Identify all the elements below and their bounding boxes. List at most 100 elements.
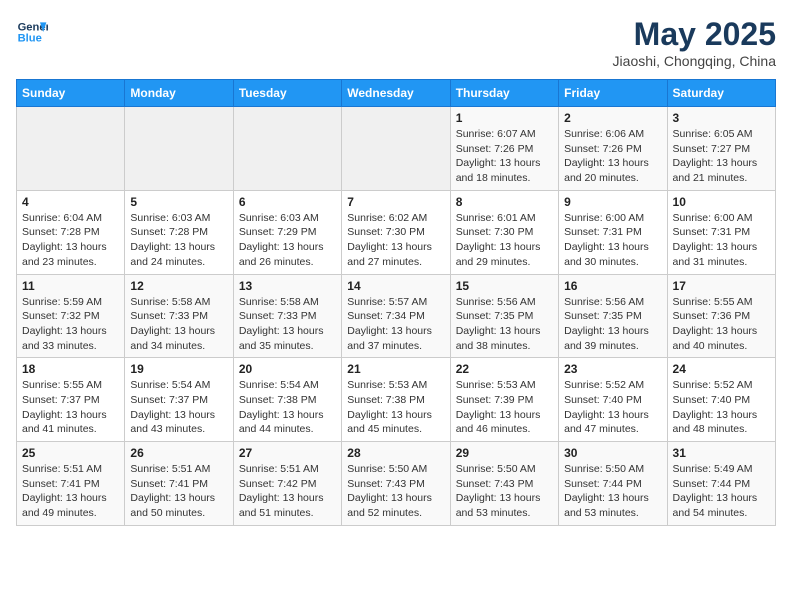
day-info: Sunrise: 5:52 AM Sunset: 7:40 PM Dayligh…: [564, 378, 661, 437]
table-row: 25Sunrise: 5:51 AM Sunset: 7:41 PM Dayli…: [17, 442, 125, 526]
day-number: 28: [347, 446, 444, 460]
day-number: 5: [130, 195, 227, 209]
day-number: 26: [130, 446, 227, 460]
table-row: 28 Sunrise: 5:50 AM Sunset: 7:43 PM Dayli…: [342, 442, 450, 526]
day-number: 22: [456, 362, 553, 376]
table-row: 27 Sunrise: 5:51 AM Sunset: 7:42 PM Dayli…: [233, 442, 341, 526]
table-row: 5 Sunrise: 6:03 AM Sunset: 7:28 PM Daylig…: [125, 190, 233, 274]
day-info: Sunrise: 6:00 AM Sunset: 7:31 PM Dayligh…: [564, 211, 661, 270]
table-row: 3Sunrise: 6:05 AM Sunset: 7:27 PM Daylig…: [667, 107, 775, 191]
day-number: 19: [130, 362, 227, 376]
day-number: 9: [564, 195, 661, 209]
day-info: Sunrise: 5:58 AM Sunset: 7:33 PM Dayligh…: [239, 295, 336, 354]
day-info: Sunrise: 5:51 AM Sunset: 7:41 PM Dayligh…: [130, 462, 227, 521]
table-row: [342, 107, 450, 191]
col-thursday: Thursday: [450, 80, 558, 107]
table-row: 29Sunrise: 5:50 AM Sunset: 7:43 PM Dayli…: [450, 442, 558, 526]
day-number: 10: [673, 195, 770, 209]
day-info: Sunrise: 5:53 AM Sunset: 7:39 PM Dayligh…: [456, 378, 553, 437]
day-info: Sunrise: 5:53 AM Sunset: 7:38 PM Dayligh…: [347, 378, 444, 437]
col-saturday: Saturday: [667, 80, 775, 107]
day-number: 30: [564, 446, 661, 460]
day-number: 31: [673, 446, 770, 460]
col-monday: Monday: [125, 80, 233, 107]
table-row: 6 Sunrise: 6:03 AM Sunset: 7:29 PM Daylig…: [233, 190, 341, 274]
day-number: 4: [22, 195, 119, 209]
day-number: 13: [239, 279, 336, 293]
day-info: Sunrise: 5:50 AM Sunset: 7:43 PM Dayligh…: [347, 462, 444, 521]
table-row: 19 Sunrise: 5:54 AM Sunset: 7:37 PM Dayli…: [125, 358, 233, 442]
day-info: Sunrise: 6:03 AM Sunset: 7:28 PM Dayligh…: [130, 211, 227, 270]
svg-text:Blue: Blue: [18, 33, 42, 45]
day-number: 15: [456, 279, 553, 293]
table-row: 7 Sunrise: 6:02 AM Sunset: 7:30 PM Daylig…: [342, 190, 450, 274]
table-row: 24 Sunrise: 5:52 AM Sunset: 7:40 PM Dayli…: [667, 358, 775, 442]
table-row: [233, 107, 341, 191]
day-info: Sunrise: 5:57 AM Sunset: 7:34 PM Dayligh…: [347, 295, 444, 354]
subtitle: Jiaoshi, Chongqing, China: [613, 53, 776, 69]
table-row: 30 Sunrise: 5:50 AM Sunset: 7:44 PM Dayli…: [559, 442, 667, 526]
day-number: 24: [673, 362, 770, 376]
day-number: 7: [347, 195, 444, 209]
day-number: 12: [130, 279, 227, 293]
title-area: May 2025 Jiaoshi, Chongqing, China: [613, 16, 776, 69]
table-row: 1Sunrise: 6:07 AM Sunset: 7:26 PM Daylig…: [450, 107, 558, 191]
table-row: 22 Sunrise: 5:53 AM Sunset: 7:39 PM Dayli…: [450, 358, 558, 442]
col-friday: Friday: [559, 80, 667, 107]
day-info: Sunrise: 5:52 AM Sunset: 7:40 PM Dayligh…: [673, 378, 770, 437]
col-tuesday: Tuesday: [233, 80, 341, 107]
day-number: 27: [239, 446, 336, 460]
table-row: 16 Sunrise: 5:56 AM Sunset: 7:35 PM Dayli…: [559, 274, 667, 358]
day-number: 11: [22, 279, 119, 293]
table-row: 20 Sunrise: 5:54 AM Sunset: 7:38 PM Dayli…: [233, 358, 341, 442]
calendar-table: Sunday Monday Tuesday Wednesday Thursday…: [16, 79, 776, 526]
day-info: Sunrise: 5:59 AM Sunset: 7:32 PM Dayligh…: [22, 295, 119, 354]
day-number: 14: [347, 279, 444, 293]
day-number: 1: [456, 111, 553, 125]
table-row: 23Sunrise: 5:52 AM Sunset: 7:40 PM Dayli…: [559, 358, 667, 442]
table-row: 8Sunrise: 6:01 AM Sunset: 7:30 PM Daylig…: [450, 190, 558, 274]
table-row: 14 Sunrise: 5:57 AM Sunset: 7:34 PM Dayli…: [342, 274, 450, 358]
day-info: Sunrise: 6:06 AM Sunset: 7:26 PM Dayligh…: [564, 127, 661, 186]
day-info: Sunrise: 6:01 AM Sunset: 7:30 PM Dayligh…: [456, 211, 553, 270]
calendar-week-row: 4Sunrise: 6:04 AM Sunset: 7:28 PM Daylig…: [17, 190, 776, 274]
day-info: Sunrise: 6:00 AM Sunset: 7:31 PM Dayligh…: [673, 211, 770, 270]
calendar-week-row: 25Sunrise: 5:51 AM Sunset: 7:41 PM Dayli…: [17, 442, 776, 526]
day-info: Sunrise: 5:56 AM Sunset: 7:35 PM Dayligh…: [564, 295, 661, 354]
table-row: 31 Sunrise: 5:49 AM Sunset: 7:44 PM Dayli…: [667, 442, 775, 526]
table-row: 15 Sunrise: 5:56 AM Sunset: 7:35 PM Dayli…: [450, 274, 558, 358]
day-number: 21: [347, 362, 444, 376]
day-info: Sunrise: 5:51 AM Sunset: 7:41 PM Dayligh…: [22, 462, 119, 521]
logo: General Blue: [16, 16, 48, 48]
calendar-header-row: Sunday Monday Tuesday Wednesday Thursday…: [17, 80, 776, 107]
day-number: 16: [564, 279, 661, 293]
table-row: 11 Sunrise: 5:59 AM Sunset: 7:32 PM Dayli…: [17, 274, 125, 358]
day-number: 17: [673, 279, 770, 293]
day-info: Sunrise: 5:54 AM Sunset: 7:38 PM Dayligh…: [239, 378, 336, 437]
table-row: [125, 107, 233, 191]
day-info: Sunrise: 5:50 AM Sunset: 7:44 PM Dayligh…: [564, 462, 661, 521]
calendar-week-row: 1Sunrise: 6:07 AM Sunset: 7:26 PM Daylig…: [17, 107, 776, 191]
day-number: 2: [564, 111, 661, 125]
day-info: Sunrise: 6:05 AM Sunset: 7:27 PM Dayligh…: [673, 127, 770, 186]
table-row: 17Sunrise: 5:55 AM Sunset: 7:36 PM Dayli…: [667, 274, 775, 358]
day-info: Sunrise: 5:55 AM Sunset: 7:37 PM Dayligh…: [22, 378, 119, 437]
logo-icon: General Blue: [16, 16, 48, 48]
day-info: Sunrise: 5:56 AM Sunset: 7:35 PM Dayligh…: [456, 295, 553, 354]
table-row: 18 Sunrise: 5:55 AM Sunset: 7:37 PM Dayli…: [17, 358, 125, 442]
day-info: Sunrise: 5:49 AM Sunset: 7:44 PM Dayligh…: [673, 462, 770, 521]
day-info: Sunrise: 6:02 AM Sunset: 7:30 PM Dayligh…: [347, 211, 444, 270]
table-row: 2 Sunrise: 6:06 AM Sunset: 7:26 PM Daylig…: [559, 107, 667, 191]
day-info: Sunrise: 5:51 AM Sunset: 7:42 PM Dayligh…: [239, 462, 336, 521]
day-info: Sunrise: 5:54 AM Sunset: 7:37 PM Dayligh…: [130, 378, 227, 437]
day-number: 20: [239, 362, 336, 376]
day-info: Sunrise: 6:03 AM Sunset: 7:29 PM Dayligh…: [239, 211, 336, 270]
day-number: 29: [456, 446, 553, 460]
calendar-week-row: 18 Sunrise: 5:55 AM Sunset: 7:37 PM Dayli…: [17, 358, 776, 442]
table-row: 26 Sunrise: 5:51 AM Sunset: 7:41 PM Dayli…: [125, 442, 233, 526]
day-number: 18: [22, 362, 119, 376]
table-row: 10 Sunrise: 6:00 AM Sunset: 7:31 PM Dayli…: [667, 190, 775, 274]
day-number: 6: [239, 195, 336, 209]
table-row: 21 Sunrise: 5:53 AM Sunset: 7:38 PM Dayli…: [342, 358, 450, 442]
calendar-week-row: 11 Sunrise: 5:59 AM Sunset: 7:32 PM Dayli…: [17, 274, 776, 358]
